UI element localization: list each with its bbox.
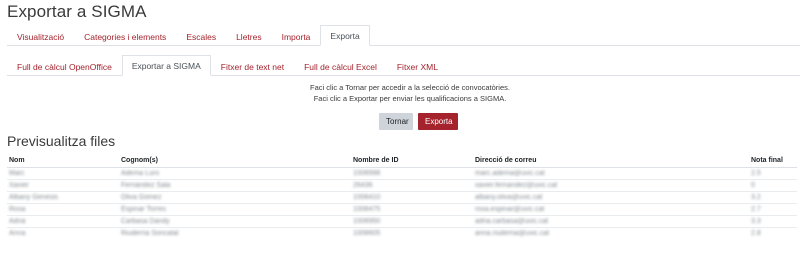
instruction-export: Faci clic a Exportar per enviar les qual… (313, 94, 507, 103)
table-header-row: Nom Cognom(s) Nombre de ID Direcció de c… (7, 153, 797, 168)
col-header-nota: Nota final (749, 153, 797, 168)
cell-cognom: Riuderria Soncatal (119, 227, 351, 239)
cell-email: anna.riuderria@uvic.cat (473, 227, 749, 239)
table-row: Adrià Carbasa Dandy 1008950 adria.carbas… (7, 215, 797, 228)
cell-id: 1008475 (351, 203, 473, 216)
cell-email: adria.carbasa@uvic.cat (473, 215, 749, 228)
cell-nom: Albany Genesis (7, 191, 119, 204)
page-title: Exportar a SIGMA (7, 2, 147, 21)
instruction-back: Faci clic a Tornar per accedir a la sele… (310, 83, 510, 92)
cell-nota: 2.7 (749, 203, 797, 216)
action-buttons: Tornar Exporta (379, 113, 458, 130)
cell-nota: 0 (749, 179, 797, 192)
cell-nom: Anna (7, 227, 119, 239)
table-row: Rosa Espinar Torres 1008475 rosa.espinar… (7, 203, 797, 216)
cell-id: 1008998 (351, 167, 473, 180)
cell-id: 1008410 (351, 191, 473, 204)
cell-nom: Rosa (7, 203, 119, 216)
cell-email: xavier.fernandez@uvic.cat (473, 179, 749, 192)
cell-email: rosa.espinar@uvic.cat (473, 203, 749, 216)
cell-cognom: Oliva Gómez (119, 191, 351, 204)
cell-id: 1008950 (351, 215, 473, 228)
cell-email: marc.adema@uvic.cat (473, 167, 749, 180)
preview-title: Previsualitza files (7, 133, 116, 149)
tab-full-calcul-excel[interactable]: Full de càlcul Excel (294, 56, 387, 76)
tab-escales[interactable]: Escales (176, 26, 226, 46)
tab-full-calcul-openoffice[interactable]: Full de càlcul OpenOffice (7, 56, 122, 76)
cell-cognom: Carbasa Dandy (119, 215, 351, 228)
tab-importa[interactable]: Importa (272, 26, 321, 46)
cell-nom: Xavier (7, 179, 119, 192)
tab-exporta[interactable]: Exporta (320, 25, 370, 46)
col-header-nom: Nom (7, 153, 119, 168)
cell-email: albany.oliva@uvic.cat (473, 191, 749, 204)
cell-nota: 3.2 (749, 191, 797, 204)
tab-fitxer-xml[interactable]: Fitxer XML (387, 56, 448, 76)
table-row: Anna Riuderria Soncatal 1008605 anna.riu… (7, 227, 797, 239)
back-button[interactable]: Tornar (379, 113, 413, 130)
table-row: Albany Genesis Oliva Gómez 1008410 alban… (7, 191, 797, 204)
table-row: Xavier Fernández Sala 26436 xavier.ferna… (7, 179, 797, 192)
cell-nota: 2.8 (749, 227, 797, 239)
instructions: Faci clic a Tornar per accedir a la sele… (0, 82, 800, 104)
export-button[interactable]: Exporta (418, 113, 458, 130)
table-row: Marc Adema Luro 1008998 marc.adema@uvic.… (7, 167, 797, 180)
col-header-email: Direcció de correu (473, 153, 749, 168)
cell-nom: Marc (7, 167, 119, 180)
cell-nom: Adrià (7, 215, 119, 228)
tab-exportar-sigma[interactable]: Exportar a SIGMA (121, 55, 211, 76)
cell-nota: 3.3 (749, 215, 797, 228)
col-header-cognom: Cognom(s) (119, 153, 351, 168)
cell-cognom: Espinar Torres (119, 203, 351, 216)
tab-categories-elements[interactable]: Categories i elements (74, 26, 176, 46)
cell-id: 1008605 (351, 227, 473, 239)
secondary-tabs: Full de càlcul OpenOffice Exportar a SIG… (7, 55, 800, 76)
tab-fitxer-text-net[interactable]: Fitxer de text net (211, 56, 294, 76)
cell-id: 26436 (351, 179, 473, 192)
cell-cognom: Fernández Sala (119, 179, 351, 192)
cell-nota: 2.5 (749, 167, 797, 180)
cell-cognom: Adema Luro (119, 167, 351, 180)
tab-visualitzacio[interactable]: Visualització (7, 26, 74, 46)
primary-tabs: Visualització Categories i elements Esca… (7, 25, 800, 46)
preview-table: Nom Cognom(s) Nombre de ID Direcció de c… (7, 153, 797, 239)
tab-lletres[interactable]: Lletres (226, 26, 272, 46)
col-header-id: Nombre de ID (351, 153, 473, 168)
